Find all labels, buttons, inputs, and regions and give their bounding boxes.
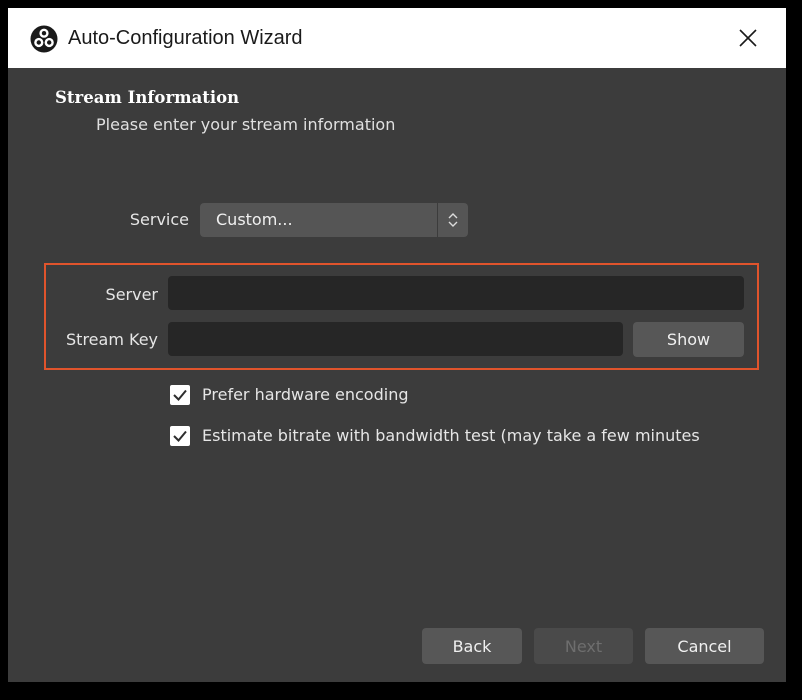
stream-key-input[interactable] [168, 322, 623, 356]
service-select[interactable]: Custom... [200, 203, 468, 237]
checkmark-icon [173, 430, 187, 442]
up-down-arrows-icon [448, 213, 458, 227]
close-icon [739, 29, 757, 47]
checkbox-checked[interactable] [170, 385, 190, 405]
wizard-window: Auto-Configuration Wizard Stream Informa… [8, 8, 786, 682]
checkmark-icon [173, 389, 187, 401]
show-key-button[interactable]: Show [633, 322, 744, 357]
server-input[interactable] [168, 276, 744, 310]
window-title: Auto-Configuration Wizard [68, 27, 303, 49]
stream-key-label: Stream Key [66, 330, 158, 349]
back-button[interactable]: Back [422, 628, 522, 664]
service-selected-value: Custom... [216, 210, 293, 229]
next-button[interactable]: Next [534, 628, 633, 664]
select-divider [437, 203, 438, 237]
section-title: Stream Information [55, 88, 240, 107]
service-label: Service [129, 210, 189, 229]
section-subtitle: Please enter your stream information [96, 115, 396, 134]
checkbox-label: Prefer hardware encoding [202, 385, 409, 404]
checkbox-checked[interactable] [170, 426, 190, 446]
checkbox-label: Estimate bitrate with bandwidth test (ma… [202, 426, 700, 445]
title-bar: Auto-Configuration Wizard [8, 8, 786, 68]
server-label: Server [105, 285, 158, 304]
cancel-button[interactable]: Cancel [645, 628, 764, 664]
close-button[interactable] [732, 22, 764, 54]
obs-logo-icon [30, 25, 58, 53]
